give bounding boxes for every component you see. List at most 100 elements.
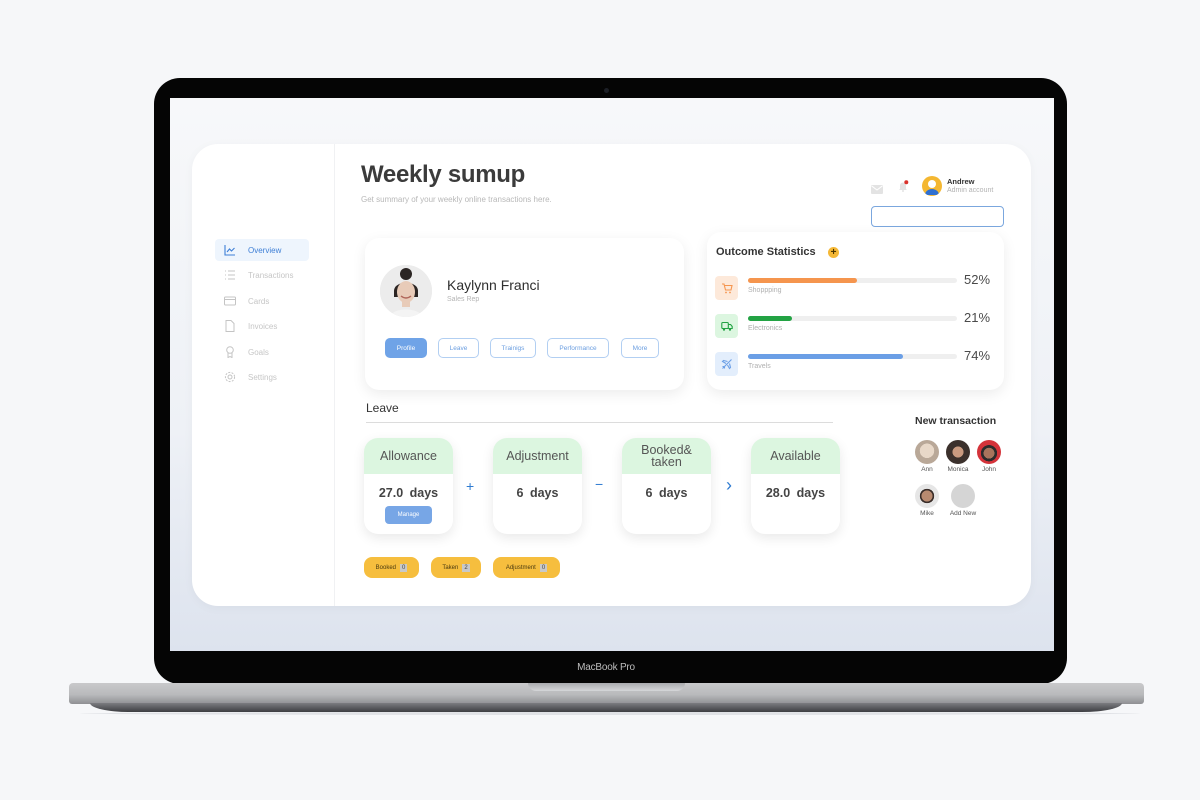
bell-icon[interactable] [897, 179, 909, 192]
sidebar-item-label: Settings [248, 372, 277, 382]
add-contact-placeholder [951, 484, 975, 508]
tag-adjustment[interactable]: Adjustment 0 [493, 557, 560, 578]
document-icon [223, 319, 237, 333]
tab-leave[interactable]: Leave [438, 338, 479, 358]
sidebar-item-label: Transactions [248, 270, 294, 280]
stat-label: Electronics [748, 325, 783, 332]
leave-title: Leave [366, 401, 399, 415]
contact-john[interactable]: John [974, 440, 1004, 473]
profile-card: Kaylynn Franci Sales Rep Profile Leave T… [365, 238, 684, 390]
divider [366, 422, 833, 423]
tag-booked[interactable]: Booked 0 [364, 557, 419, 578]
tag-count: 2 [462, 563, 470, 572]
progress-fill [748, 354, 903, 359]
avatar [977, 440, 1001, 464]
plus-operator: + [466, 478, 475, 494]
progress-track [748, 278, 957, 283]
leave-card-value: 27.0 days [378, 486, 439, 500]
chevron-right-icon: › [726, 475, 732, 495]
contact-name: Ann [921, 466, 933, 473]
leave-card-label: Allowance [364, 438, 453, 474]
contact-ann[interactable]: Ann [912, 440, 942, 473]
leave-card-adjustment: Adjustment 6 days [493, 438, 582, 534]
manage-button[interactable]: Manage [385, 506, 432, 524]
leave-card-available: Available 28.0 days [751, 438, 840, 534]
user-role: Admin account [947, 187, 994, 194]
outcome-statistics-title: Outcome Statistics [716, 246, 816, 258]
sidebar-item-transactions[interactable]: Transactions [215, 264, 309, 286]
stat-row-travels: Travels 74% [715, 348, 995, 380]
tag-label: Adjustment [505, 564, 536, 571]
search-input[interactable] [871, 206, 1004, 227]
add-statistic-button[interactable]: + [828, 247, 839, 258]
sidebar-item-cards[interactable]: Cards [215, 290, 309, 312]
sidebar-item-label: Goals [248, 347, 269, 357]
gear-icon [223, 370, 237, 384]
sidebar-item-invoices[interactable]: Invoices [215, 315, 309, 337]
user-avatar[interactable] [922, 176, 942, 196]
profile-photo [380, 265, 432, 317]
add-new-contact-button[interactable]: Add New [948, 484, 978, 517]
avatar [915, 440, 939, 464]
sidebar-item-label: Invoices [248, 321, 278, 331]
avatar [946, 440, 970, 464]
stat-label: Travels [748, 363, 771, 370]
progress-track [748, 316, 957, 321]
tab-profile[interactable]: Profile [385, 338, 427, 358]
screen: Overview Transactions Cards Invoices Goa… [170, 98, 1054, 651]
avatar [915, 484, 939, 508]
tab-performance[interactable]: Performance [547, 338, 609, 358]
leave-card-allowance: Allowance 27.0 days Manage [364, 438, 453, 534]
progress-track [748, 354, 957, 359]
mail-icon[interactable] [871, 181, 883, 194]
page-title: Weekly sumup [361, 161, 526, 188]
leave-card-label: Booked& taken [622, 438, 711, 474]
tag-label: Booked [375, 564, 396, 571]
tag-taken[interactable]: Taken 2 [431, 557, 481, 578]
chart-line-icon [223, 243, 237, 257]
device-label: MacBook Pro [577, 662, 635, 673]
contact-name: John [981, 466, 997, 473]
page-subtitle: Get summary of your weekly online transa… [361, 195, 552, 204]
leave-card-value: 6 days [516, 486, 559, 500]
dashboard-app: Overview Transactions Cards Invoices Goa… [192, 144, 1031, 606]
user-name: Andrew [947, 177, 975, 186]
sidebar-item-label: Cards [248, 296, 270, 306]
profile-name: Kaylynn Franci [447, 277, 540, 293]
tag-label: Taken [442, 564, 459, 571]
laptop-shadow [80, 712, 1140, 715]
tag-count: 0 [539, 563, 548, 572]
leave-card-value: 6 days [645, 486, 688, 500]
new-transaction-title: New transaction [915, 415, 997, 427]
tab-more[interactable]: More [621, 338, 659, 358]
contact-name: Mike [920, 510, 934, 517]
contact-mike[interactable]: Mike [912, 484, 942, 517]
tag-count: 0 [400, 563, 408, 572]
truck-icon [715, 314, 738, 338]
sidebar-item-goals[interactable]: Goals [215, 341, 309, 363]
stat-row-electronics: Electronics 21% [715, 310, 995, 342]
laptop-base-bottom [90, 703, 1122, 712]
contact-name: Monica [947, 466, 969, 473]
sidebar: Overview Transactions Cards Invoices Goa… [192, 144, 335, 606]
camera [604, 88, 609, 93]
leave-card-booked-taken: Booked& taken 6 days [622, 438, 711, 534]
sidebar-item-label: Overview [248, 245, 282, 255]
sidebar-item-overview[interactable]: Overview [215, 239, 309, 261]
laptop-notch [528, 683, 685, 691]
sidebar-item-settings[interactable]: Settings [215, 366, 309, 388]
tab-trainings[interactable]: Trainigs [490, 338, 536, 358]
airplane-icon [715, 352, 738, 376]
list-icon [223, 268, 237, 282]
stat-row-shopping: Shoppping 52% [715, 272, 995, 304]
award-icon [223, 345, 237, 359]
stat-percent: 74% [964, 348, 991, 363]
minus-operator: − [595, 476, 604, 492]
leave-card-label: Available [751, 438, 840, 474]
stat-label: Shoppping [748, 287, 782, 294]
contact-monica[interactable]: Monica [943, 440, 973, 473]
contact-name: Add New [949, 510, 977, 517]
credit-card-icon [223, 294, 237, 308]
leave-card-label: Adjustment [493, 438, 582, 474]
profile-role: Sales Rep [447, 296, 480, 303]
